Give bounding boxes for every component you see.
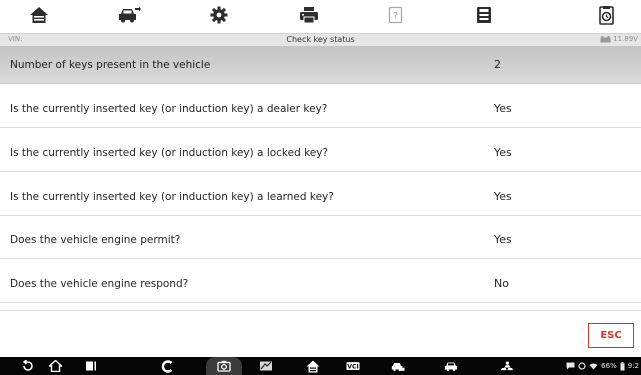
assistant-button[interactable] xyxy=(160,359,174,373)
row-answer: No xyxy=(494,277,509,290)
row-question: Is the currently inserted key (or induct… xyxy=(10,147,329,159)
table-row: Does the vehicle engine permit? Yes xyxy=(0,221,641,259)
help-button[interactable]: ? xyxy=(383,3,409,27)
vehicle-swap-icon xyxy=(119,6,141,23)
info-bar: VIN: Check key status 11.89V xyxy=(0,33,641,46)
print-button[interactable] xyxy=(296,3,322,27)
row-question: Number of keys present in the vehicle xyxy=(10,59,211,71)
help-icon: ? xyxy=(388,6,403,24)
row-answer: Yes xyxy=(494,190,512,203)
vehicle-swap-nav-button[interactable] xyxy=(391,359,405,373)
row-answer: 2 xyxy=(494,58,501,71)
row-answer: Yes xyxy=(494,146,512,159)
car-battery-icon xyxy=(600,35,611,42)
screenshot-button[interactable] xyxy=(217,359,231,373)
message-icon xyxy=(566,362,575,370)
car-swap-icon xyxy=(391,362,405,372)
vci-status-icon xyxy=(260,361,272,371)
home-button[interactable] xyxy=(26,3,52,27)
row-question: Does the vehicle engine permit? xyxy=(10,234,181,246)
settings-button[interactable] xyxy=(206,3,232,27)
save-icon xyxy=(477,7,491,23)
table-row: Is the currently inserted key (or induct… xyxy=(0,90,641,128)
svg-text:?: ? xyxy=(393,11,398,22)
camera-icon xyxy=(217,360,231,372)
system-status-area: 66% 9:2 xyxy=(566,360,639,372)
home-shortcut-button[interactable] xyxy=(306,359,320,373)
clock: 9:2 xyxy=(627,362,639,370)
recent-apps-button[interactable] xyxy=(84,359,98,373)
system-nav-bar: VCI 66% 9:2 xyxy=(0,357,641,375)
row-question: Does the vehicle engine respond? xyxy=(10,278,189,290)
table-row: Is the currently inserted key (or induct… xyxy=(0,134,641,172)
vci-connection-icon: VCI xyxy=(346,362,360,371)
assistant-icon xyxy=(161,359,172,373)
printer-icon xyxy=(300,7,318,24)
home-nav-button[interactable] xyxy=(48,359,62,373)
vci-connection-button[interactable]: VCI xyxy=(346,359,360,373)
home-shortcut-icon xyxy=(306,360,320,372)
svg-text:VCI: VCI xyxy=(347,364,359,371)
row-answer: Yes xyxy=(494,102,512,115)
top-toolbar: ? xyxy=(0,0,641,33)
back-icon xyxy=(22,360,33,371)
battery-percent: 66% xyxy=(601,362,617,370)
data-logging-icon xyxy=(599,6,614,25)
esc-button[interactable]: ESC xyxy=(588,323,634,348)
row-question: Is the currently inserted key (or induct… xyxy=(10,103,328,115)
voltage-readout: 11.89V xyxy=(600,35,638,43)
sync-icon xyxy=(578,362,586,370)
data-logging-button[interactable] xyxy=(594,3,620,27)
table-row: Does the vehicle engine respond? No xyxy=(0,265,641,303)
remote-support-button[interactable] xyxy=(500,359,514,373)
recent-apps-icon xyxy=(85,361,96,371)
page-title: Check key status xyxy=(286,35,355,44)
remote-support-icon xyxy=(500,361,514,371)
battery-icon xyxy=(620,361,625,370)
home-icon xyxy=(30,7,48,23)
save-button[interactable] xyxy=(471,3,497,27)
house-icon xyxy=(48,360,62,372)
voltage-value: 11.89V xyxy=(613,35,638,43)
gear-icon xyxy=(210,6,228,24)
table-row: Number of keys present in the vehicle 2 xyxy=(0,46,641,84)
wifi-icon xyxy=(589,363,598,370)
app-window: ? VIN: Check key status 11.89V Number of… xyxy=(0,0,641,375)
table-row: Is the currently inserted key (or induct… xyxy=(0,178,641,216)
vehicle-menu-button[interactable] xyxy=(444,359,458,373)
row-question: Is the currently inserted key (or induct… xyxy=(10,191,334,203)
row-answer: Yes xyxy=(494,233,512,246)
car-icon xyxy=(444,362,458,372)
back-button[interactable] xyxy=(20,359,34,373)
vci-status-button[interactable] xyxy=(259,359,273,373)
action-bar: ESC xyxy=(0,310,641,357)
vehicle-swap-button[interactable] xyxy=(116,3,142,27)
